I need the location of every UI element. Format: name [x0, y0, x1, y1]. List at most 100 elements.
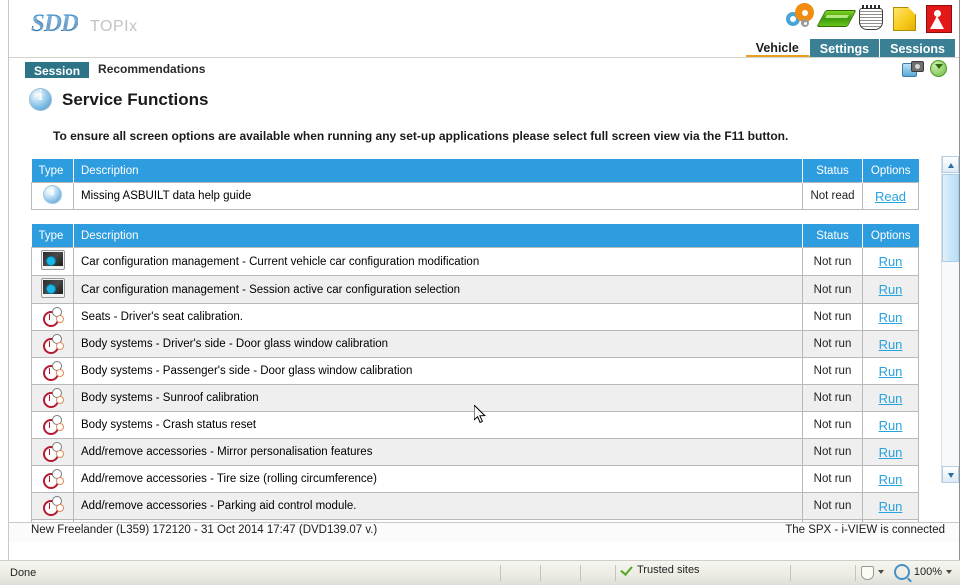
status-divider — [615, 565, 616, 581]
row-status: Not run — [802, 247, 863, 276]
table-row[interactable]: Add/remove accessories - Tire size (roll… — [31, 465, 919, 493]
nav-item-vehicle[interactable]: Vehicle — [745, 39, 810, 57]
column-header-type: Type — [31, 159, 74, 183]
column-header-status: Status — [802, 159, 863, 183]
app-header: SDD TOPIx Vehicle Settings Sessions — [9, 0, 959, 58]
table-spacer — [9, 210, 941, 224]
column-header-status: Status — [802, 224, 863, 248]
row-description: Body systems - Crash status reset — [73, 411, 803, 439]
application-window: SDD TOPIx Vehicle Settings Sessions Sess… — [0, 0, 960, 585]
row-description: Car configuration management - Current v… — [73, 247, 803, 276]
row-option-cell: Run — [862, 492, 919, 520]
run-link[interactable]: Run — [879, 472, 903, 487]
green-card-icon[interactable] — [816, 2, 857, 36]
table-row[interactable]: Body systems - Passenger's side - Door g… — [31, 357, 919, 385]
info-icon — [43, 184, 62, 204]
column-header-description: Description — [73, 159, 803, 183]
chevron-down-icon — [877, 570, 884, 574]
row-status: Not run — [802, 384, 863, 412]
yellow-folder-icon[interactable] — [887, 2, 921, 36]
row-status: Not run — [802, 357, 863, 385]
red-extinguisher-icon[interactable] — [921, 2, 955, 36]
magnifier-icon — [893, 564, 910, 580]
run-link[interactable]: Run — [879, 282, 903, 297]
column-header-description: Description — [73, 224, 803, 248]
screen-notice: To ensure all screen options are availab… — [9, 119, 941, 159]
row-option-cell: Read — [862, 182, 919, 210]
row-description: Car configuration management - Session a… — [73, 275, 803, 304]
row-description: Body systems - Passenger's side - Door g… — [73, 357, 803, 385]
run-link[interactable]: Run — [879, 499, 903, 514]
gear-clock-icon — [42, 468, 64, 489]
table-row[interactable]: Seats - Driver's seat calibration. Not r… — [31, 303, 919, 331]
run-link[interactable]: Run — [879, 445, 903, 460]
security-zone-label: Trusted sites — [637, 564, 700, 576]
status-divider — [580, 565, 581, 581]
row-type-cell — [31, 465, 74, 493]
scroll-down-button[interactable] — [942, 466, 959, 483]
grille-icon[interactable] — [853, 2, 887, 36]
row-option-cell: Run — [862, 303, 919, 331]
app-footer: New Freelander (L359) 172120 - 31 Oct 20… — [9, 522, 959, 561]
row-type-cell — [31, 411, 74, 439]
row-type-cell — [31, 357, 74, 385]
run-link[interactable]: Run — [879, 418, 903, 433]
row-type-cell — [31, 303, 74, 331]
sdd-logo: SDD — [31, 10, 79, 37]
table-row[interactable]: Car configuration management - Current v… — [31, 247, 919, 276]
column-header-type: Type — [31, 224, 74, 248]
camera-icon[interactable] — [902, 59, 924, 77]
run-link[interactable]: Run — [879, 310, 903, 325]
table-row[interactable]: Body systems - Driver's side - Door glas… — [31, 330, 919, 358]
tab-recommendations[interactable]: Recommendations — [89, 60, 215, 80]
row-status: Not read — [802, 182, 863, 210]
chevron-down-icon — [946, 570, 952, 574]
table-row[interactable]: Body systems - Crash status reset Not ru… — [31, 411, 919, 439]
row-type-cell — [31, 492, 74, 520]
row-status: Not run — [802, 411, 863, 439]
table-row[interactable]: Missing ASBUILT data help guide Not read… — [31, 182, 919, 210]
status-text: Done — [10, 567, 37, 579]
connection-info: The SPX - i-VIEW is connected — [785, 524, 945, 536]
gears-icon[interactable] — [785, 2, 819, 36]
row-description: Missing ASBUILT data help guide — [73, 182, 803, 210]
run-link[interactable]: Run — [879, 364, 903, 379]
vertical-scrollbar[interactable] — [941, 156, 959, 483]
row-description: Seats - Driver's seat calibration. — [73, 303, 803, 331]
protected-mode-control[interactable] — [860, 565, 884, 580]
table-row[interactable]: Add/remove accessories - Mirror personal… — [31, 438, 919, 466]
scroll-up-button[interactable] — [942, 156, 959, 173]
row-option-cell: Run — [862, 411, 919, 439]
run-link[interactable]: Run — [879, 391, 903, 406]
content-inner: Service Functions To ensure all screen o… — [9, 78, 941, 522]
security-zone[interactable]: Trusted sites — [620, 564, 700, 576]
page-title: Service Functions — [62, 89, 209, 109]
zoom-control[interactable]: 100% — [893, 564, 952, 580]
tab-strip: Session Recommendations — [9, 58, 959, 80]
table-row[interactable]: Body systems - Sunroof calibration Not r… — [31, 384, 919, 412]
run-link[interactable]: Run — [879, 337, 903, 352]
nav-item-settings[interactable]: Settings — [809, 39, 881, 57]
status-divider — [855, 565, 856, 581]
row-status: Not run — [802, 438, 863, 466]
nav-item-sessions[interactable]: Sessions — [880, 39, 955, 57]
row-option-cell: Run — [862, 384, 919, 412]
table-row[interactable]: Add/remove accessories - Parking aid con… — [31, 492, 919, 520]
tab-strip-icons — [902, 59, 947, 77]
notices-table: Type Description Status Options Missing … — [31, 159, 919, 210]
row-description: Add/remove accessories - Parking aid con… — [73, 492, 803, 520]
header-nav: Vehicle Settings Sessions — [745, 39, 955, 57]
content-scroll-area: Service Functions To ensure all screen o… — [9, 78, 959, 522]
table-row[interactable]: Car configuration management - Session a… — [31, 275, 919, 304]
refresh-icon[interactable] — [930, 59, 947, 77]
row-type-cell — [31, 182, 74, 210]
run-link[interactable]: Run — [879, 254, 903, 269]
row-option-cell: Run — [862, 438, 919, 466]
scrollbar-thumb[interactable] — [942, 174, 959, 262]
gear-clock-icon — [42, 387, 64, 408]
read-link[interactable]: Read — [875, 189, 906, 204]
row-option-cell: Run — [862, 247, 919, 276]
monitor-icon — [40, 278, 65, 298]
info-icon — [29, 88, 52, 111]
row-description: Body systems - Driver's side - Door glas… — [73, 330, 803, 358]
